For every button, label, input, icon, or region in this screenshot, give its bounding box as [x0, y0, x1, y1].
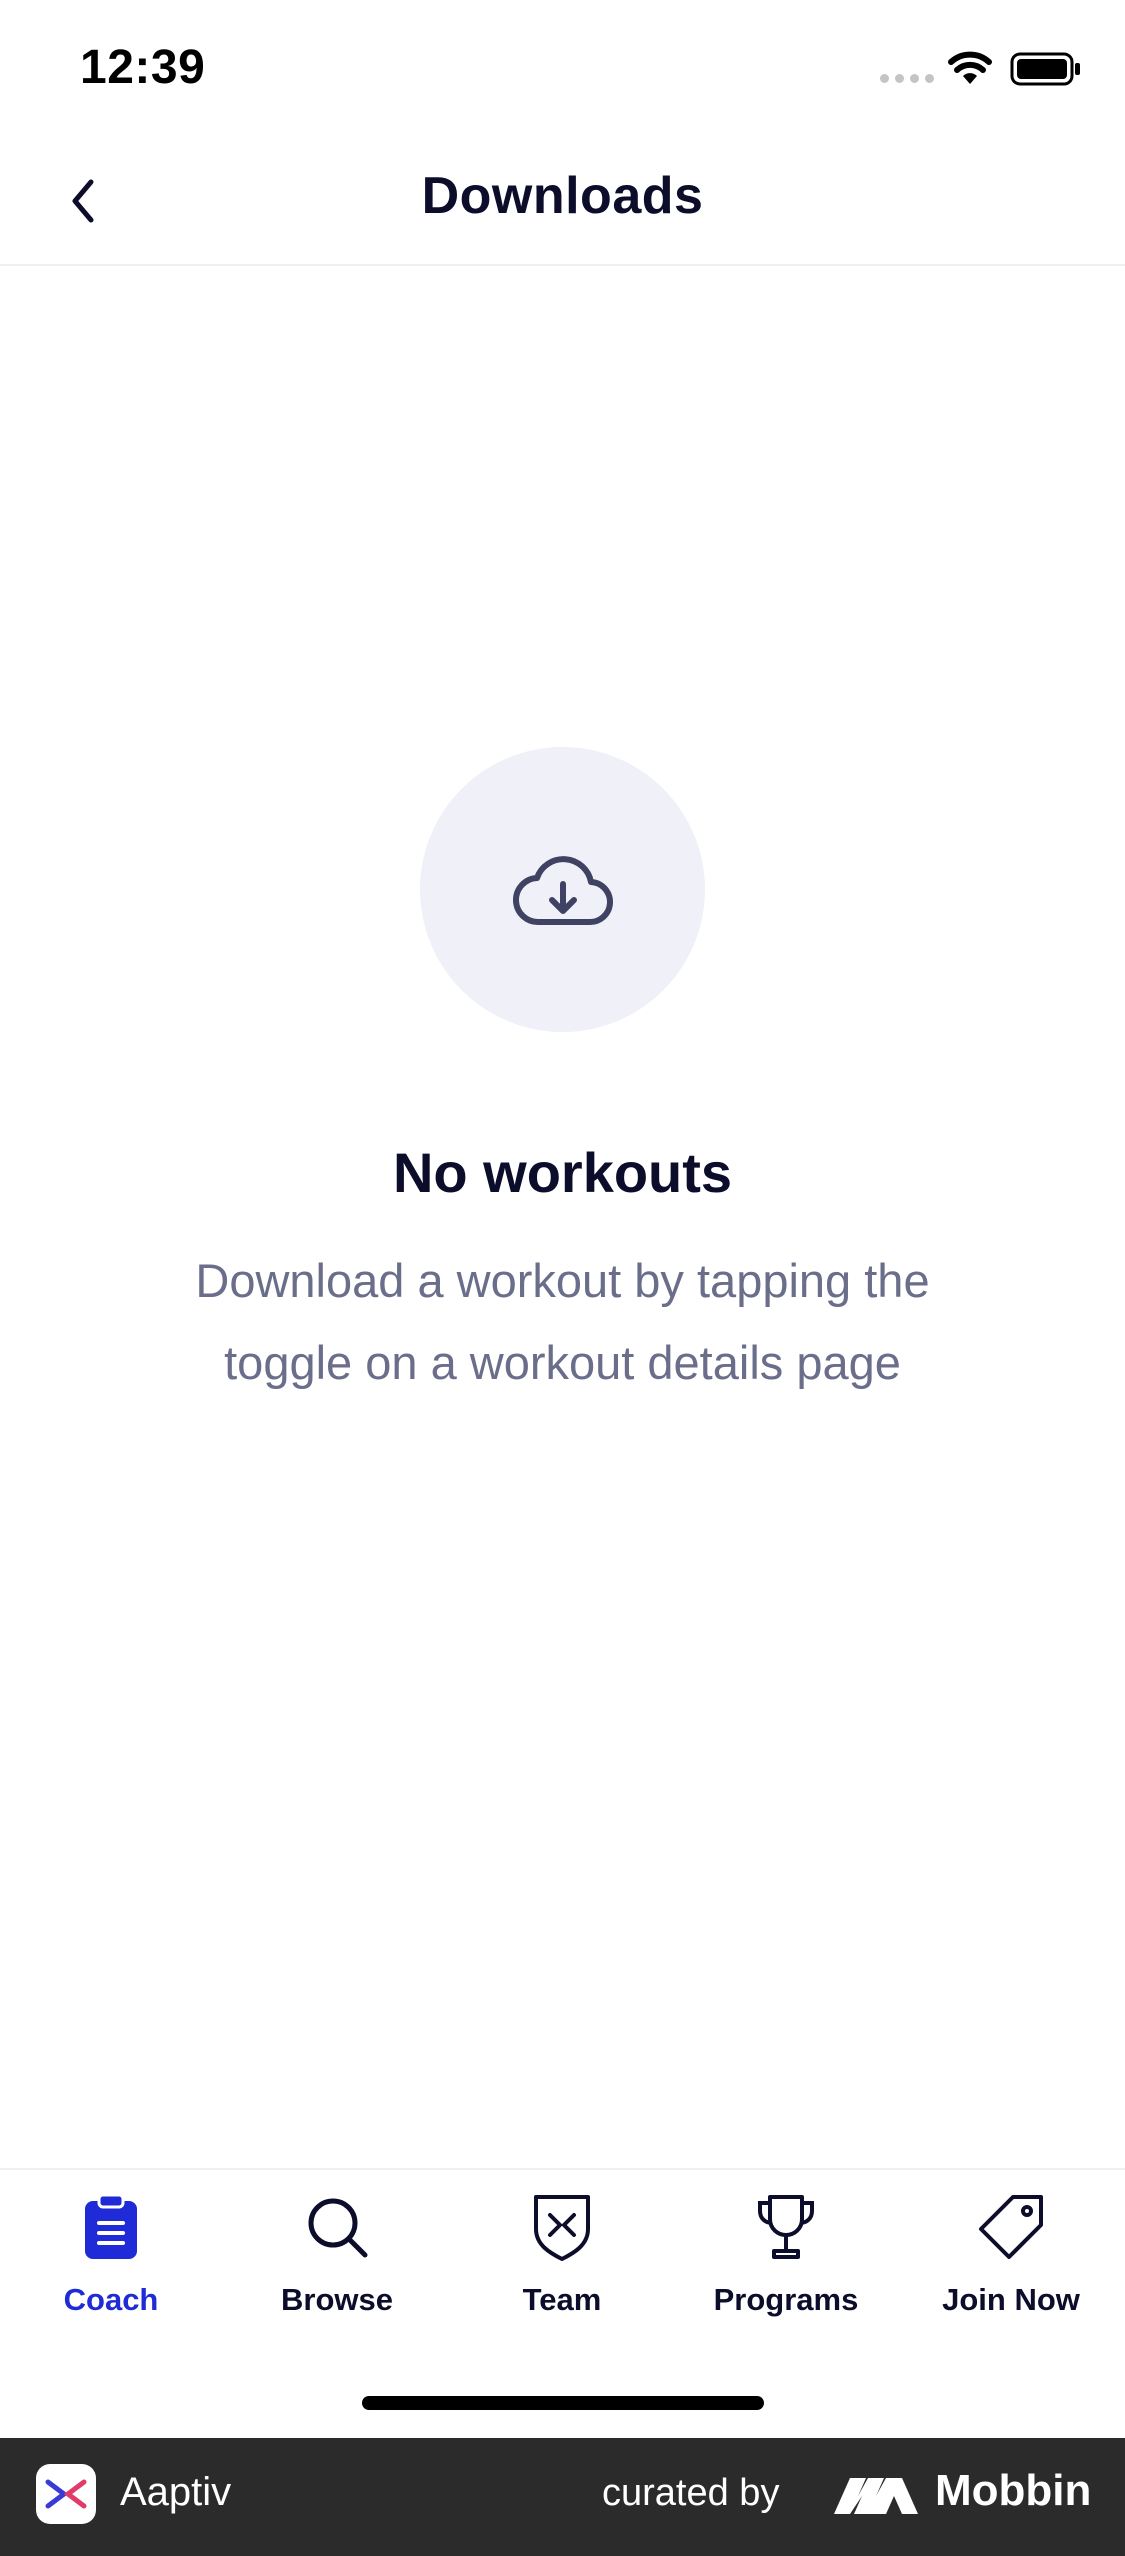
tab-programs[interactable]: Programs	[691, 2192, 881, 2322]
tab-browse[interactable]: Browse	[242, 2192, 432, 2322]
curated-by-label: curated by	[602, 2472, 780, 2514]
home-indicator	[362, 2396, 764, 2410]
curator-brand-name: Mobbin	[935, 2466, 1092, 2515]
status-bar: 12:39	[0, 0, 1125, 140]
page-title: Downloads	[421, 167, 704, 225]
navigation-header: Downloads	[0, 140, 1125, 266]
tab-label: Team	[522, 2282, 602, 2317]
search-icon	[308, 2198, 368, 2258]
tab-label: Programs	[713, 2282, 859, 2317]
mobbin-logo-icon	[834, 2478, 918, 2514]
tag-icon	[979, 2195, 1043, 2259]
empty-state-icon-circle	[420, 747, 705, 1032]
wifi-icon	[948, 51, 992, 84]
aaptiv-logo-icon	[36, 2464, 96, 2524]
tab-team[interactable]: Team	[467, 2192, 657, 2322]
tab-label: Browse	[281, 2282, 393, 2317]
shield-icon	[534, 2195, 590, 2261]
battery-icon	[1010, 52, 1080, 86]
clipboard-icon	[85, 2193, 137, 2259]
tab-join-now[interactable]: Join Now	[916, 2192, 1106, 2322]
empty-state-title: No workouts	[392, 1141, 733, 1204]
tab-label: Coach	[63, 2282, 159, 2317]
cellular-signal-icon	[880, 74, 934, 83]
status-time: 12:39	[80, 41, 206, 94]
app-name: Aaptiv	[120, 2470, 232, 2514]
cloud-download-icon	[512, 855, 613, 925]
brand-footer: Aaptiv curated by Mobbin	[0, 2438, 1125, 2556]
empty-state-description: Download a workout by tapping the toggle…	[195, 1254, 930, 1389]
tab-label: Join Now	[942, 2282, 1080, 2317]
tab-coach[interactable]: Coach	[16, 2192, 206, 2322]
trophy-icon	[758, 2195, 814, 2259]
